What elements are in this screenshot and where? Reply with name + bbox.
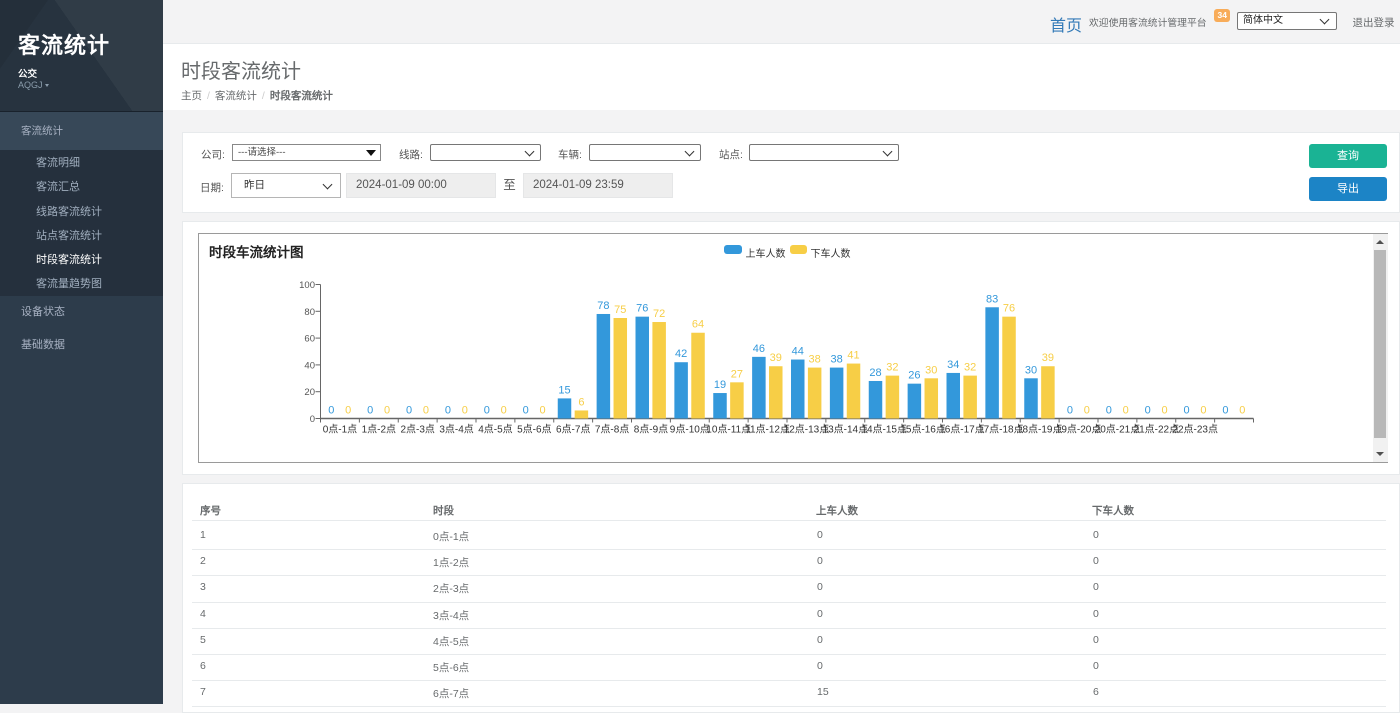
svg-text:0: 0: [1222, 404, 1228, 416]
svg-text:34: 34: [947, 358, 959, 370]
svg-text:9点-10点: 9点-10点: [669, 423, 709, 435]
svg-text:2点-3点: 2点-3点: [400, 423, 434, 435]
svg-text:76: 76: [636, 302, 648, 314]
svg-text:0: 0: [500, 404, 506, 416]
svg-text:20: 20: [304, 387, 315, 398]
svg-text:30: 30: [925, 364, 937, 376]
svg-text:0: 0: [1105, 404, 1111, 416]
svg-text:0: 0: [522, 404, 528, 416]
svg-text:27: 27: [730, 368, 742, 380]
svg-text:22点-23点: 22点-23点: [1172, 423, 1218, 435]
svg-text:44: 44: [791, 345, 803, 357]
svg-text:0: 0: [483, 404, 489, 416]
svg-text:0: 0: [1122, 404, 1128, 416]
svg-text:41: 41: [847, 349, 859, 361]
svg-text:0: 0: [328, 404, 334, 416]
svg-text:39: 39: [769, 352, 781, 364]
svg-text:38: 38: [830, 353, 842, 365]
svg-text:8点-9点: 8点-9点: [633, 423, 667, 435]
svg-text:0: 0: [367, 404, 373, 416]
svg-text:80: 80: [304, 306, 315, 317]
svg-text:0: 0: [1161, 404, 1167, 416]
svg-text:76: 76: [1002, 302, 1014, 314]
svg-text:78: 78: [597, 299, 609, 311]
svg-text:64: 64: [691, 318, 703, 330]
svg-text:0点-1点: 0点-1点: [322, 423, 356, 435]
svg-text:40: 40: [304, 360, 315, 371]
svg-text:15: 15: [558, 384, 570, 396]
svg-text:72: 72: [653, 308, 665, 320]
svg-text:0: 0: [1083, 404, 1089, 416]
svg-text:39: 39: [1041, 352, 1053, 364]
svg-text:0: 0: [1144, 404, 1150, 416]
svg-text:32: 32: [886, 361, 898, 373]
svg-text:6点-7点: 6点-7点: [555, 423, 589, 435]
svg-text:0: 0: [422, 404, 428, 416]
svg-text:46: 46: [752, 342, 764, 354]
svg-text:38: 38: [808, 353, 820, 365]
svg-text:28: 28: [869, 366, 881, 378]
svg-text:100: 100: [299, 280, 315, 291]
svg-text:3点-4点: 3点-4点: [439, 423, 473, 435]
svg-text:19: 19: [713, 379, 725, 391]
svg-text:1点-2点: 1点-2点: [361, 423, 395, 435]
svg-text:0: 0: [309, 414, 314, 425]
svg-text:0: 0: [444, 404, 450, 416]
svg-text:5点-6点: 5点-6点: [517, 423, 551, 435]
svg-text:30: 30: [1024, 364, 1036, 376]
svg-text:0: 0: [345, 404, 351, 416]
svg-text:0: 0: [1183, 404, 1189, 416]
svg-text:0: 0: [383, 404, 389, 416]
svg-text:0: 0: [461, 404, 467, 416]
svg-text:26: 26: [908, 369, 920, 381]
svg-text:4点-5点: 4点-5点: [478, 423, 512, 435]
svg-text:0: 0: [1239, 404, 1245, 416]
svg-text:0: 0: [539, 404, 545, 416]
svg-text:7点-8点: 7点-8点: [594, 423, 628, 435]
svg-text:32: 32: [964, 361, 976, 373]
svg-text:0: 0: [405, 404, 411, 416]
svg-text:0: 0: [1200, 404, 1206, 416]
svg-text:42: 42: [675, 348, 687, 360]
svg-text:75: 75: [614, 304, 626, 316]
svg-text:6: 6: [578, 396, 584, 408]
svg-text:83: 83: [986, 293, 998, 305]
svg-text:0: 0: [1066, 404, 1072, 416]
svg-text:60: 60: [304, 333, 315, 344]
